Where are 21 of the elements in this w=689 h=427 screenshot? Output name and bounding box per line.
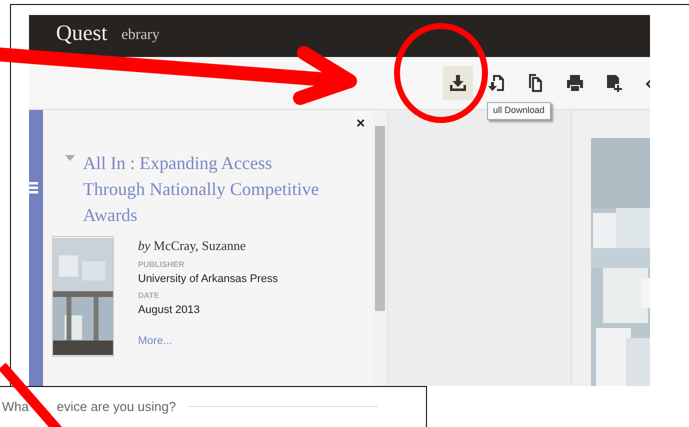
print-icon — [566, 74, 584, 92]
author-text: by McCray, Suzanne — [138, 237, 247, 255]
book-title[interactable]: All In : Expanding Access Through Nationally Competitive Awards — [83, 150, 333, 228]
field-value: August 2013 — [138, 303, 201, 318]
field-value: University of Arkansas Press — [138, 272, 278, 286]
field-label: PUBLISHER — [138, 258, 186, 270]
question-text: Wha — [2, 398, 29, 416]
question-text: evice are you using? — [56, 398, 176, 416]
tooltip: ull Download — [487, 102, 551, 120]
field-label: DATE — [138, 290, 160, 302]
more-link[interactable]: More... — [138, 332, 172, 349]
product-name: ebrary — [121, 26, 160, 45]
download-icon — [449, 74, 467, 92]
logo-text: Quest — [56, 19, 108, 47]
add-note-icon — [605, 74, 623, 92]
scrollbar-thumb[interactable] — [375, 126, 385, 311]
toolbar-button[interactable] — [443, 66, 473, 100]
menu-icon — [29, 182, 39, 194]
copy-icon — [527, 74, 545, 92]
page-download-icon — [488, 74, 506, 92]
close-button[interactable]: × — [356, 116, 365, 131]
